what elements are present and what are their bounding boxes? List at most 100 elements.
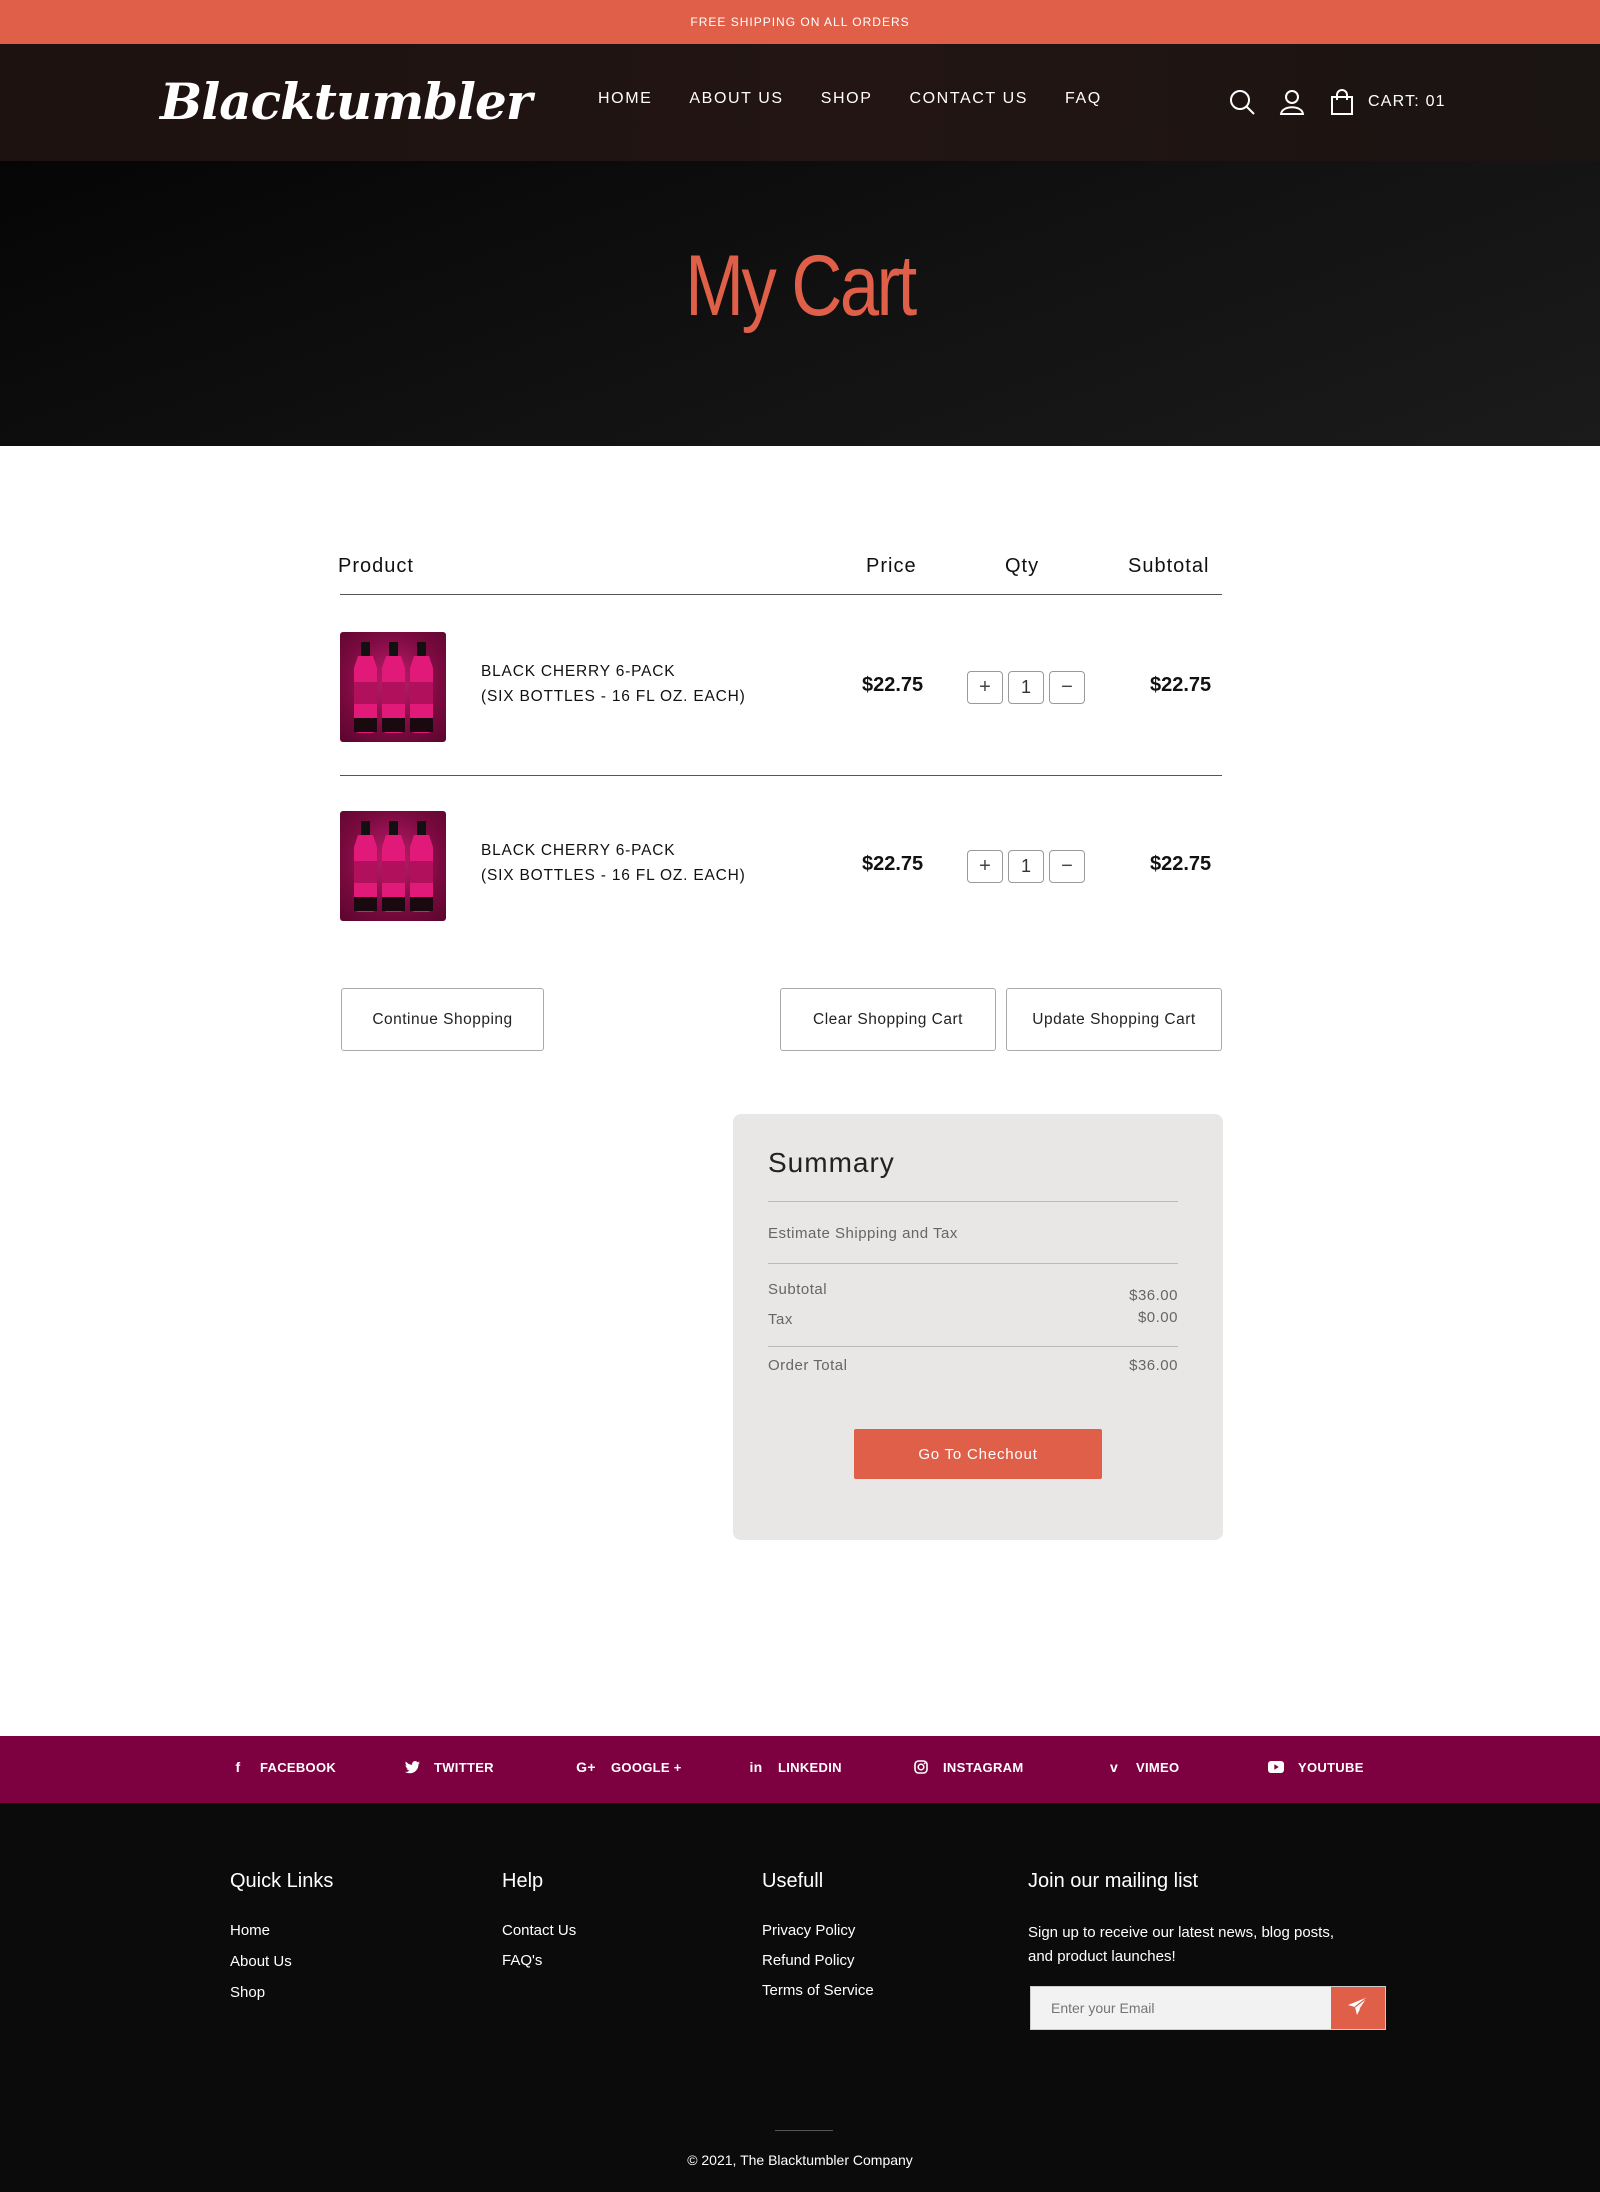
social-label: INSTAGRAM: [943, 1759, 1024, 1775]
subtotal-label: Subtotal: [768, 1281, 828, 1298]
product-name[interactable]: BLACK CHERRY 6-PACK (SIX BOTTLES - 16 FL…: [481, 838, 746, 888]
site-header: Blacktumbler HOME ABOUT US SHOP CONTACT …: [0, 44, 1600, 161]
tax-value: $0.00: [1137, 1309, 1178, 1326]
announcement-text: FREE SHIPPING ON ALL ORDERS: [690, 15, 910, 29]
instagram-icon: [913, 1759, 929, 1775]
footer-link-privacy-policy[interactable]: Privacy Policy: [762, 1922, 855, 1939]
paper-plane-icon: [1347, 1996, 1369, 2021]
nav-faq[interactable]: FAQ: [1065, 90, 1102, 108]
product-name-line1: BLACK CHERRY 6-PACK: [481, 842, 676, 859]
social-link-instagram[interactable]: INSTAGRAM: [913, 1759, 1023, 1775]
social-link-linkedin[interactable]: in LINKEDIN: [748, 1759, 842, 1775]
social-label: LINKEDIN: [778, 1759, 842, 1775]
facebook-icon: f: [235, 1759, 241, 1775]
footer-link-home[interactable]: Home: [230, 1922, 270, 1939]
shopping-bag-icon: [1328, 88, 1356, 116]
product-name-line2: (SIX BOTTLES - 16 FL OZ. EACH): [481, 688, 746, 705]
header-actions: CART: 01: [1228, 88, 1446, 116]
google-plus-icon: G+: [576, 1759, 596, 1775]
footer-quick-links-title: Quick Links: [230, 1870, 334, 1892]
linkedin-icon: in: [749, 1759, 763, 1775]
footer-link-terms-of-service[interactable]: Terms of Service: [762, 1982, 874, 1999]
column-header-qty: Qty: [1005, 555, 1040, 577]
order-total-value: $36.00: [1129, 1357, 1178, 1374]
footer-link-faqs[interactable]: FAQ's: [502, 1952, 542, 1969]
social-label: FACEBOOK: [260, 1759, 337, 1775]
youtube-icon: [1268, 1759, 1284, 1775]
summary-divider: [768, 1346, 1178, 1347]
subtotal-value: $36.00: [1129, 1287, 1178, 1304]
social-label: YOUTUBE: [1298, 1759, 1364, 1775]
twitter-icon: [404, 1759, 420, 1775]
quantity-input[interactable]: 1: [1008, 850, 1044, 883]
vimeo-icon: v: [1109, 1759, 1119, 1775]
social-link-youtube[interactable]: YOUTUBE: [1268, 1759, 1364, 1775]
summary-divider: [768, 1263, 1178, 1264]
page-title: My Cart: [685, 238, 917, 334]
newsletter-form: [1030, 1986, 1386, 2030]
cart-link[interactable]: CART: 01: [1328, 88, 1446, 116]
nav-contact-us[interactable]: CONTACT US: [909, 90, 1028, 108]
summary-title: Summary: [768, 1147, 895, 1178]
table-header-divider: [340, 594, 1222, 595]
nav-home[interactable]: HOME: [598, 90, 652, 108]
order-total-label: Order Total: [768, 1357, 848, 1374]
mailing-description: Sign up to receive our latest news, blog…: [1028, 1924, 1335, 1965]
cart-row: BLACK CHERRY 6-PACK (SIX BOTTLES - 16 FL…: [340, 632, 1222, 742]
search-icon[interactable]: [1228, 88, 1256, 116]
social-bar: f FACEBOOK TWITTER G+ GOOGLE + in LINKED…: [0, 1736, 1600, 1803]
column-header-subtotal: Subtotal: [1128, 555, 1210, 577]
cart-row: BLACK CHERRY 6-PACK (SIX BOTTLES - 16 FL…: [340, 811, 1222, 921]
footer-mailing-title: Join our mailing list: [1028, 1870, 1199, 1892]
clear-cart-button[interactable]: Clear Shopping Cart: [780, 988, 996, 1051]
continue-shopping-button[interactable]: Continue Shopping: [341, 988, 544, 1051]
row-subtotal: $22.75: [1150, 674, 1212, 696]
user-icon[interactable]: [1278, 88, 1306, 116]
site-logo[interactable]: Blacktumbler: [160, 72, 532, 131]
quantity-input[interactable]: 1: [1008, 671, 1044, 704]
product-price: $22.75: [862, 853, 924, 875]
order-summary: Summary Estimate Shipping and Tax Subtot…: [733, 1114, 1223, 1540]
product-price: $22.75: [862, 674, 924, 696]
footer-link-refund-policy[interactable]: Refund Policy: [762, 1952, 855, 1969]
column-header-product: Product: [338, 555, 414, 577]
checkout-button[interactable]: Go To Chechout: [854, 1429, 1102, 1479]
page-hero: My Cart: [0, 161, 1600, 446]
quantity-stepper: + 1 −: [967, 671, 1090, 704]
footer-link-contact-us[interactable]: Contact Us: [502, 1922, 576, 1939]
footer-link-shop[interactable]: Shop: [230, 1984, 265, 2001]
update-cart-button[interactable]: Update Shopping Cart: [1006, 988, 1222, 1051]
social-label: VIMEO: [1136, 1759, 1180, 1775]
social-label: GOOGLE +: [611, 1759, 682, 1775]
decrease-qty-button[interactable]: −: [1049, 671, 1085, 704]
footer-useful-title: Usefull: [762, 1870, 824, 1892]
nav-about-us[interactable]: ABOUT US: [689, 90, 783, 108]
tax-label: Tax: [768, 1311, 793, 1328]
cart-count-label: CART: 01: [1368, 93, 1446, 110]
increase-qty-button[interactable]: +: [967, 850, 1003, 883]
announcement-bar: FREE SHIPPING ON ALL ORDERS: [0, 0, 1600, 44]
social-link-vimeo[interactable]: v VIMEO: [1106, 1759, 1179, 1775]
email-input[interactable]: [1031, 1987, 1331, 2029]
site-footer: Quick Links Home About Us Shop Help Cont…: [0, 1803, 1600, 2192]
product-thumbnail[interactable]: [340, 632, 446, 742]
social-link-google-plus[interactable]: G+ GOOGLE +: [575, 1759, 682, 1775]
social-link-facebook[interactable]: f FACEBOOK: [230, 1759, 336, 1775]
social-link-twitter[interactable]: TWITTER: [404, 1759, 494, 1775]
product-name-line1: BLACK CHERRY 6-PACK: [481, 663, 676, 680]
social-label: TWITTER: [434, 1759, 494, 1775]
product-name[interactable]: BLACK CHERRY 6-PACK (SIX BOTTLES - 16 FL…: [481, 659, 746, 709]
estimate-shipping-link[interactable]: Estimate Shipping and Tax: [768, 1225, 958, 1242]
product-name-line2: (SIX BOTTLES - 16 FL OZ. EACH): [481, 867, 746, 884]
increase-qty-button[interactable]: +: [967, 671, 1003, 704]
subscribe-button[interactable]: [1331, 1987, 1385, 2029]
footer-divider: [775, 2130, 833, 2131]
footer-help-title: Help: [502, 1870, 544, 1892]
row-divider: [340, 775, 1222, 776]
footer-link-about-us[interactable]: About Us: [230, 1953, 292, 1970]
copyright: © 2021, The Blacktumbler Company: [687, 2152, 913, 2168]
column-header-price: Price: [866, 555, 917, 577]
nav-shop[interactable]: SHOP: [821, 90, 873, 108]
product-thumbnail[interactable]: [340, 811, 446, 921]
decrease-qty-button[interactable]: −: [1049, 850, 1085, 883]
